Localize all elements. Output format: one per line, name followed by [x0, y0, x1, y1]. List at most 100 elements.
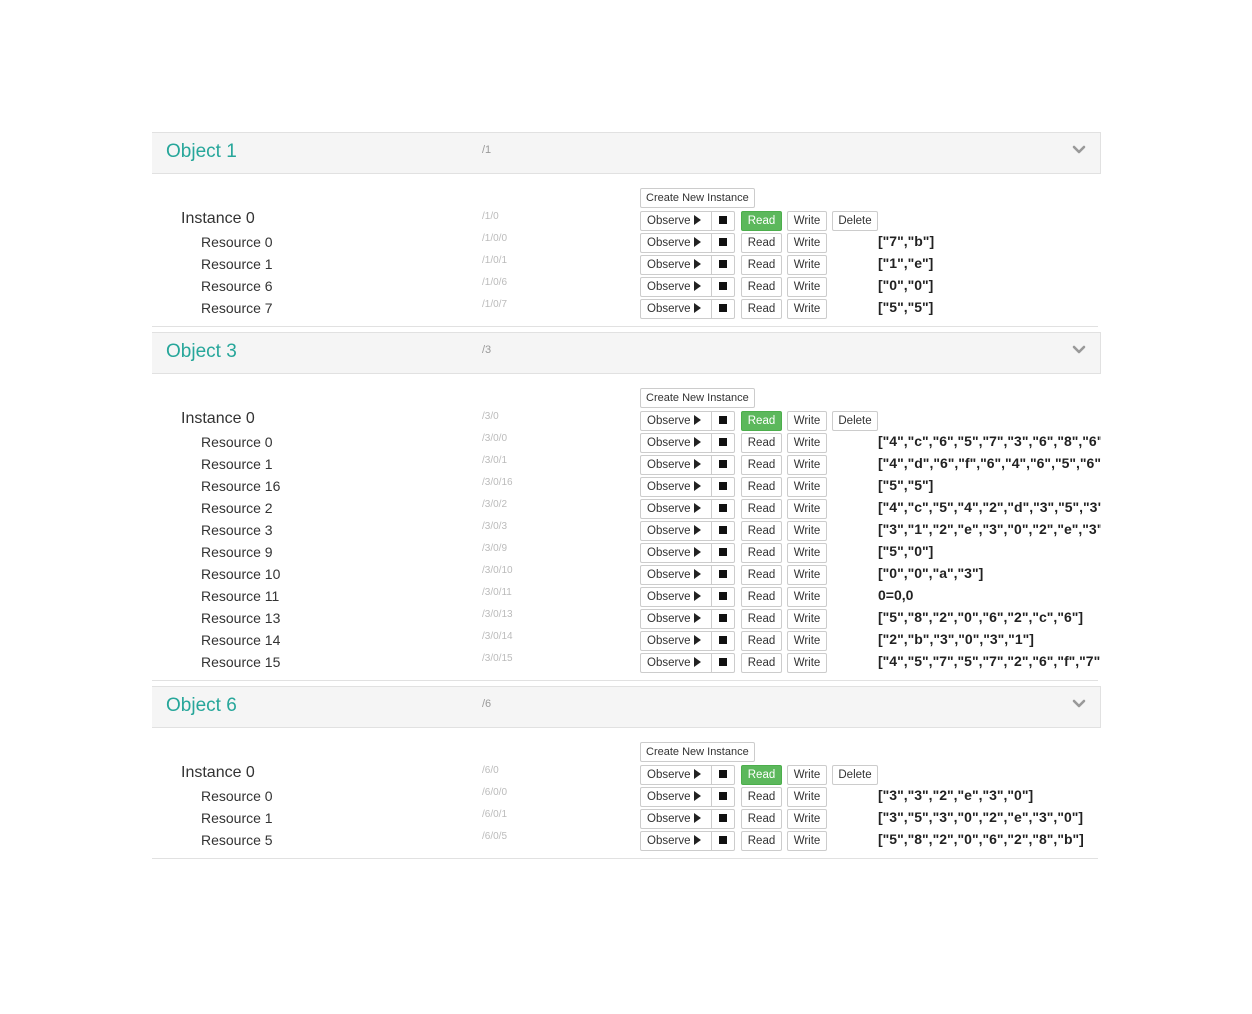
stop-observe-button[interactable] [711, 477, 735, 497]
write-button[interactable]: Write [787, 211, 827, 231]
chevron-down-icon[interactable] [1072, 697, 1086, 711]
read-button[interactable]: Read [741, 787, 782, 807]
delete-button[interactable]: Delete [832, 765, 878, 785]
write-button[interactable]: Write [787, 609, 827, 629]
observe-button[interactable]: Observe [640, 609, 712, 629]
read-button[interactable]: Read [741, 277, 782, 297]
observe-button[interactable]: Observe [640, 299, 712, 319]
stop-observe-button[interactable] [711, 809, 735, 829]
chevron-down-icon[interactable] [1072, 143, 1086, 157]
stop-observe-button[interactable] [711, 765, 735, 785]
observe-button[interactable]: Observe [640, 277, 712, 297]
read-button[interactable]: Read [741, 499, 782, 519]
observe-button[interactable]: Observe [640, 587, 712, 607]
write-button[interactable]: Write [787, 565, 827, 585]
read-button[interactable]: Read [741, 831, 782, 851]
stop-observe-button[interactable] [711, 255, 735, 275]
object-header[interactable]: Object 1/1 [152, 132, 1101, 174]
stop-observe-button[interactable] [711, 631, 735, 651]
write-button[interactable]: Write [787, 255, 827, 275]
write-button[interactable]: Write [787, 543, 827, 563]
observe-button[interactable]: Observe [640, 233, 712, 253]
write-button[interactable]: Write [787, 653, 827, 673]
read-button[interactable]: Read [741, 255, 782, 275]
stop-observe-button[interactable] [711, 521, 735, 541]
chevron-down-icon[interactable] [1072, 343, 1086, 357]
stop-observe-button[interactable] [711, 299, 735, 319]
write-button[interactable]: Write [787, 477, 827, 497]
object-header[interactable]: Object 6/6 [152, 686, 1101, 728]
create-new-instance-button[interactable]: Create New Instance [640, 742, 755, 762]
observe-button[interactable]: Observe [640, 787, 712, 807]
observe-button[interactable]: Observe [640, 455, 712, 475]
stop-observe-button[interactable] [711, 587, 735, 607]
observe-button[interactable]: Observe [640, 653, 712, 673]
observe-button[interactable]: Observe [640, 831, 712, 851]
stop-observe-button[interactable] [711, 565, 735, 585]
stop-observe-button[interactable] [711, 609, 735, 629]
stop-observe-button[interactable] [711, 787, 735, 807]
observe-button[interactable]: Observe [640, 631, 712, 651]
write-button[interactable]: Write [787, 765, 827, 785]
object-header[interactable]: Object 3/3 [152, 332, 1101, 374]
stop-observe-button[interactable] [711, 831, 735, 851]
write-button[interactable]: Write [787, 809, 827, 829]
read-button[interactable]: Read [741, 809, 782, 829]
read-button[interactable]: Read [741, 211, 782, 231]
read-button[interactable]: Read [741, 631, 782, 651]
write-button[interactable]: Write [787, 455, 827, 475]
stop-observe-button[interactable] [711, 211, 735, 231]
write-button[interactable]: Write [787, 499, 827, 519]
stop-observe-button[interactable] [711, 233, 735, 253]
observe-button[interactable]: Observe [640, 477, 712, 497]
write-button[interactable]: Write [787, 433, 827, 453]
stop-observe-button[interactable] [711, 543, 735, 563]
write-button[interactable]: Write [787, 587, 827, 607]
observe-button[interactable]: Observe [640, 765, 712, 785]
observe-button[interactable]: Observe [640, 499, 712, 519]
write-button[interactable]: Write [787, 521, 827, 541]
write-button[interactable]: Write [787, 411, 827, 431]
object-title[interactable]: Object 1 [166, 141, 237, 163]
delete-button[interactable]: Delete [832, 411, 878, 431]
observe-button[interactable]: Observe [640, 565, 712, 585]
read-button[interactable]: Read [741, 455, 782, 475]
observe-button[interactable]: Observe [640, 433, 712, 453]
observe-button[interactable]: Observe [640, 211, 712, 231]
read-button[interactable]: Read [741, 565, 782, 585]
stop-observe-button[interactable] [711, 455, 735, 475]
observe-button[interactable]: Observe [640, 411, 712, 431]
create-new-instance-button[interactable]: Create New Instance [640, 388, 755, 408]
stop-observe-button[interactable] [711, 433, 735, 453]
write-button[interactable]: Write [787, 299, 827, 319]
read-button[interactable]: Read [741, 299, 782, 319]
write-button[interactable]: Write [787, 277, 827, 297]
object-title[interactable]: Object 3 [166, 341, 237, 363]
read-button[interactable]: Read [741, 233, 782, 253]
read-button[interactable]: Read [741, 433, 782, 453]
read-button[interactable]: Read [741, 587, 782, 607]
read-button[interactable]: Read [741, 477, 782, 497]
create-new-instance-button[interactable]: Create New Instance [640, 188, 755, 208]
observe-button[interactable]: Observe [640, 543, 712, 563]
read-button[interactable]: Read [741, 609, 782, 629]
read-button[interactable]: Read [741, 543, 782, 563]
stop-observe-button[interactable] [711, 277, 735, 297]
stop-observe-button[interactable] [711, 653, 735, 673]
observe-button[interactable]: Observe [640, 521, 712, 541]
object-title[interactable]: Object 6 [166, 695, 237, 717]
observe-button[interactable]: Observe [640, 809, 712, 829]
write-button[interactable]: Write [787, 831, 827, 851]
observe-label: Observe [647, 303, 691, 315]
write-button[interactable]: Write [787, 787, 827, 807]
write-button[interactable]: Write [787, 631, 827, 651]
write-button[interactable]: Write [787, 233, 827, 253]
stop-observe-button[interactable] [711, 499, 735, 519]
read-button[interactable]: Read [741, 765, 782, 785]
read-button[interactable]: Read [741, 521, 782, 541]
read-button[interactable]: Read [741, 411, 782, 431]
stop-observe-button[interactable] [711, 411, 735, 431]
delete-button[interactable]: Delete [832, 211, 878, 231]
observe-button[interactable]: Observe [640, 255, 712, 275]
read-button[interactable]: Read [741, 653, 782, 673]
